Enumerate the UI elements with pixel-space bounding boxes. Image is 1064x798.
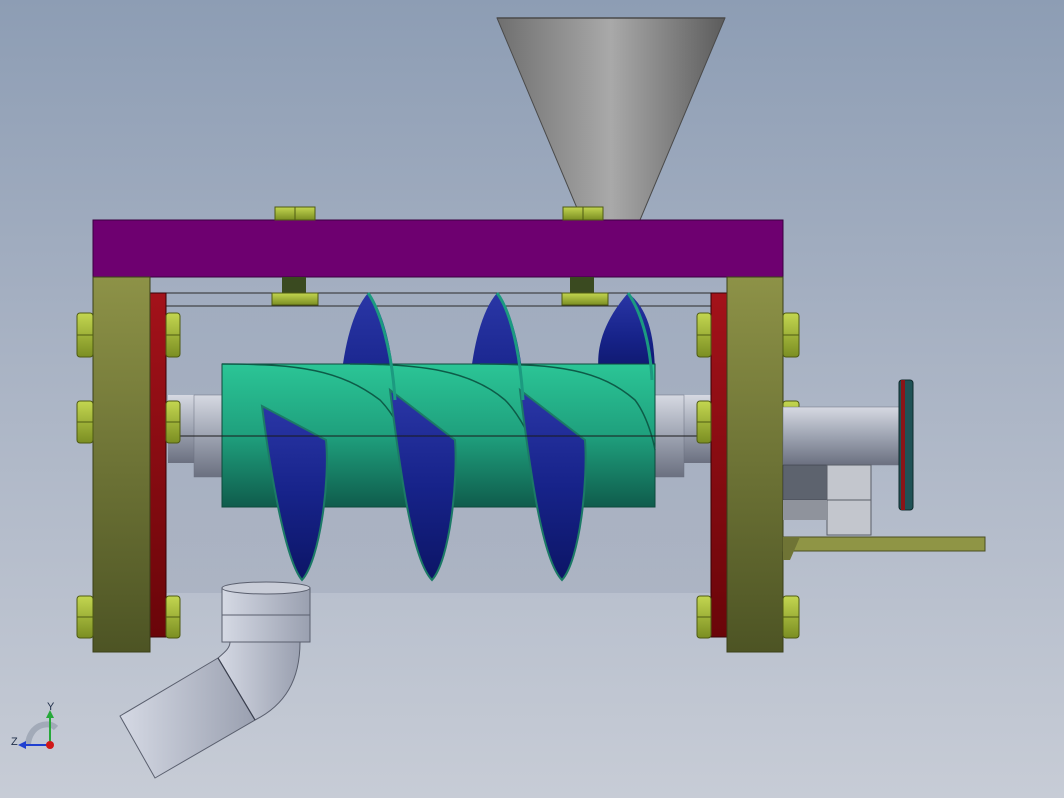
top-plate-stud-right: [561, 277, 609, 306]
triad-origin: [46, 741, 54, 749]
end-flange-left: [92, 276, 151, 653]
orientation-triad: Y Z: [11, 701, 59, 749]
end-flange-right: [726, 276, 784, 653]
top-plate: [92, 219, 784, 278]
triad-z-label: Z: [11, 736, 18, 748]
coupling-flange-rim: [901, 380, 905, 510]
hopper: [496, 17, 726, 221]
gasket-right: [710, 292, 728, 638]
bearing-block-side: [783, 500, 827, 520]
top-plate-stud-left: [271, 277, 319, 306]
triad-z-arrow: [18, 741, 26, 749]
mounting-bracket: [782, 536, 986, 552]
triad-arc: [25, 721, 59, 745]
triad-y-label: Y: [47, 701, 55, 713]
drive-shaft: [782, 406, 902, 466]
screw-conveyor-assembly: Y Z: [11, 17, 986, 779]
gasket-left: [149, 292, 167, 638]
top-plate-nut-left: [274, 206, 316, 221]
cad-viewport[interactable]: Y Z: [0, 0, 1064, 798]
discharge-rim: [221, 581, 311, 595]
top-plate-nut-right: [562, 206, 604, 221]
